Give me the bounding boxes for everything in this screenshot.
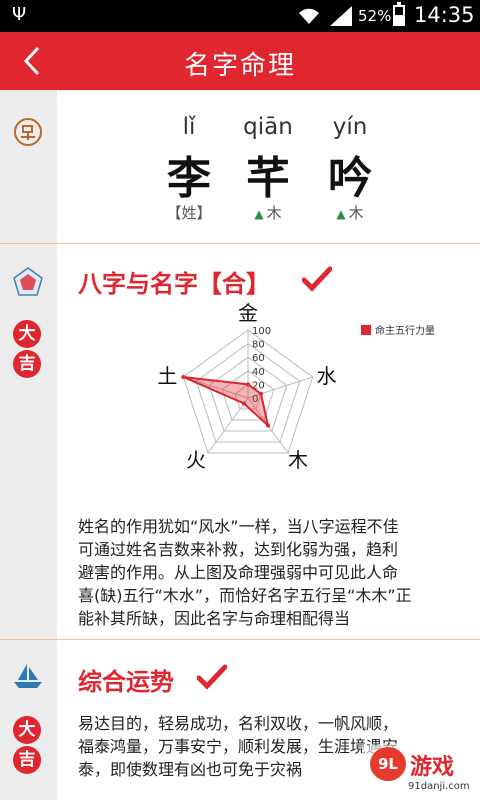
paragraph-line: 能补其所缺，因此名字与命理相配得当: [78, 609, 351, 628]
sailboat-icon: [14, 664, 42, 688]
site-watermark: 9L 游戏 91danji.com: [362, 745, 480, 800]
watermark-logo: 9L: [370, 747, 406, 781]
wifi-icon: [299, 8, 319, 24]
data-point: [181, 374, 186, 379]
watermark-url: 91danji.com: [408, 781, 470, 792]
tick-label: 80: [252, 340, 265, 351]
divider: [0, 639, 480, 640]
check-icon: [197, 664, 227, 690]
axis-label: 火: [186, 448, 206, 472]
data-point: [265, 423, 270, 428]
luck-badge: 大 吉: [13, 716, 43, 776]
luck-char: 吉: [13, 746, 41, 774]
tick-label: 100: [252, 326, 271, 337]
pinyin: yín: [332, 114, 368, 140]
tree-icon: ▲: [336, 207, 346, 221]
paragraph-line: 可通过姓名吉数来补救，达到化弱为强，趋利: [78, 540, 399, 559]
tick-label: 60: [252, 353, 265, 364]
paragraph-line: 喜(缺)五行“木水”，而恰好名字五行呈“木木”正: [78, 586, 412, 605]
element-text: 【姓】: [166, 204, 212, 222]
pentagon-chart-icon: [13, 267, 43, 296]
luck-char: 大: [13, 716, 41, 744]
paragraph-line: 易达目的，轻易成功，名利双收，一帆风顺，: [78, 714, 399, 733]
axis-label: 木: [288, 448, 308, 472]
clock: 14:35: [414, 3, 475, 27]
name-seal-icon: [14, 118, 42, 146]
section-paragraph: 姓名的作用犹如“风水”一样，当八字运程不佳 可通过姓名吉数来补救，达到化弱为强，…: [78, 515, 468, 630]
signal-icon: [330, 6, 352, 26]
data-point: [242, 401, 247, 406]
data-point: [258, 391, 263, 396]
page-title: 名字命理: [183, 51, 296, 81]
hanzi: 吟: [328, 153, 372, 204]
paragraph-line: 姓名的作用犹如“风水”一样，当八字运程不佳: [78, 517, 399, 536]
tree-icon: ▲: [254, 207, 264, 221]
section-title: 八字与名字【合】: [78, 270, 270, 298]
axis-label: 金: [238, 301, 258, 325]
watermark-brand: 游戏: [410, 755, 455, 780]
divider: [0, 243, 480, 244]
data-point: [246, 382, 250, 387]
tick-label: 40: [252, 367, 265, 378]
axis-label: 土: [157, 364, 177, 388]
section-title: 综合运势: [78, 668, 174, 696]
battery-percent: 52%: [358, 7, 392, 25]
usb-icon: Ψ: [12, 4, 27, 25]
legend-swatch: [361, 325, 371, 335]
battery-icon: [393, 2, 405, 26]
element-text: 木: [348, 204, 364, 222]
element-label: ▲ 木: [300, 202, 400, 223]
element-text: 木: [266, 204, 282, 222]
title-bar: 名字命理: [0, 32, 480, 90]
status-bar: Ψ 52% 14:35: [0, 0, 480, 32]
paragraph-line: 避害的作用。从上图及命理强弱中可见此人命: [78, 563, 399, 582]
axis-label: 水: [317, 364, 337, 388]
legend-label: 命主五行力量: [375, 326, 435, 337]
check-icon: [302, 266, 332, 292]
name-block: lǐ 李 【姓】 qiān 芊 ▲ 木 yín 吟 ▲ 木: [57, 90, 480, 243]
chart-legend: 命主五行力量: [361, 322, 435, 337]
